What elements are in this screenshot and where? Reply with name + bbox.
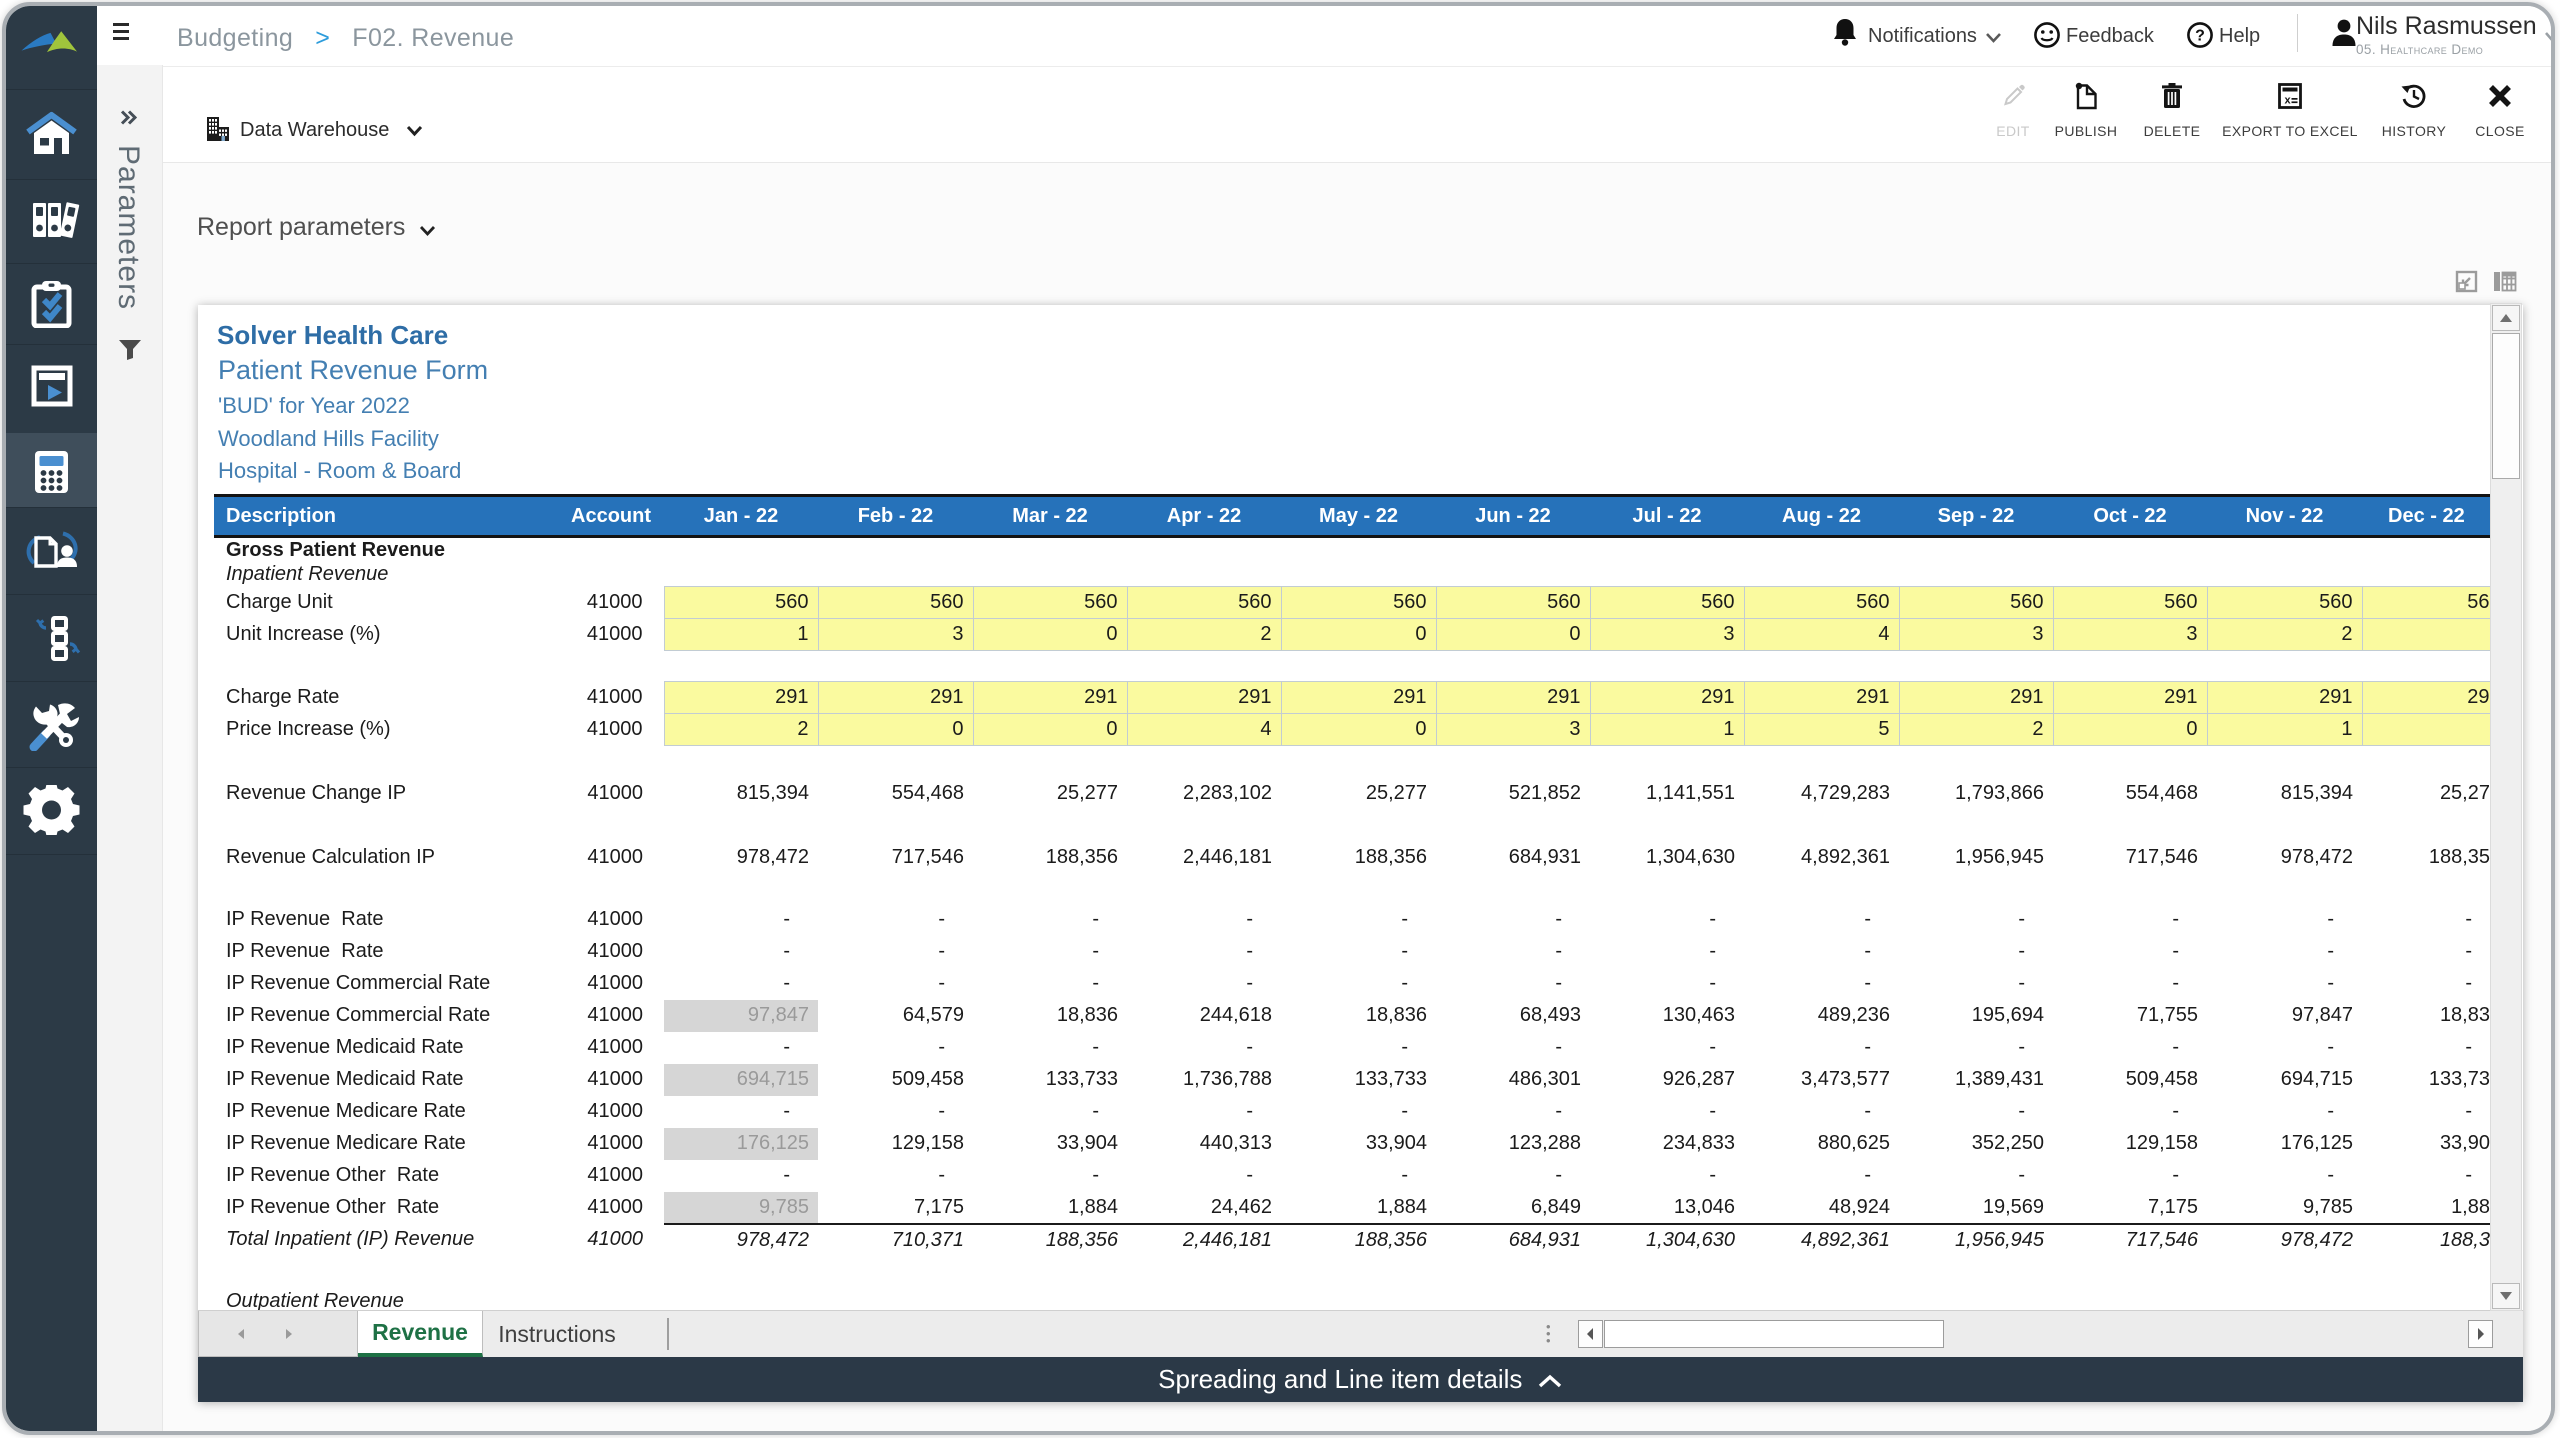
svg-text:?: ? bbox=[2195, 28, 2205, 45]
svg-text:x: x bbox=[2285, 95, 2292, 107]
